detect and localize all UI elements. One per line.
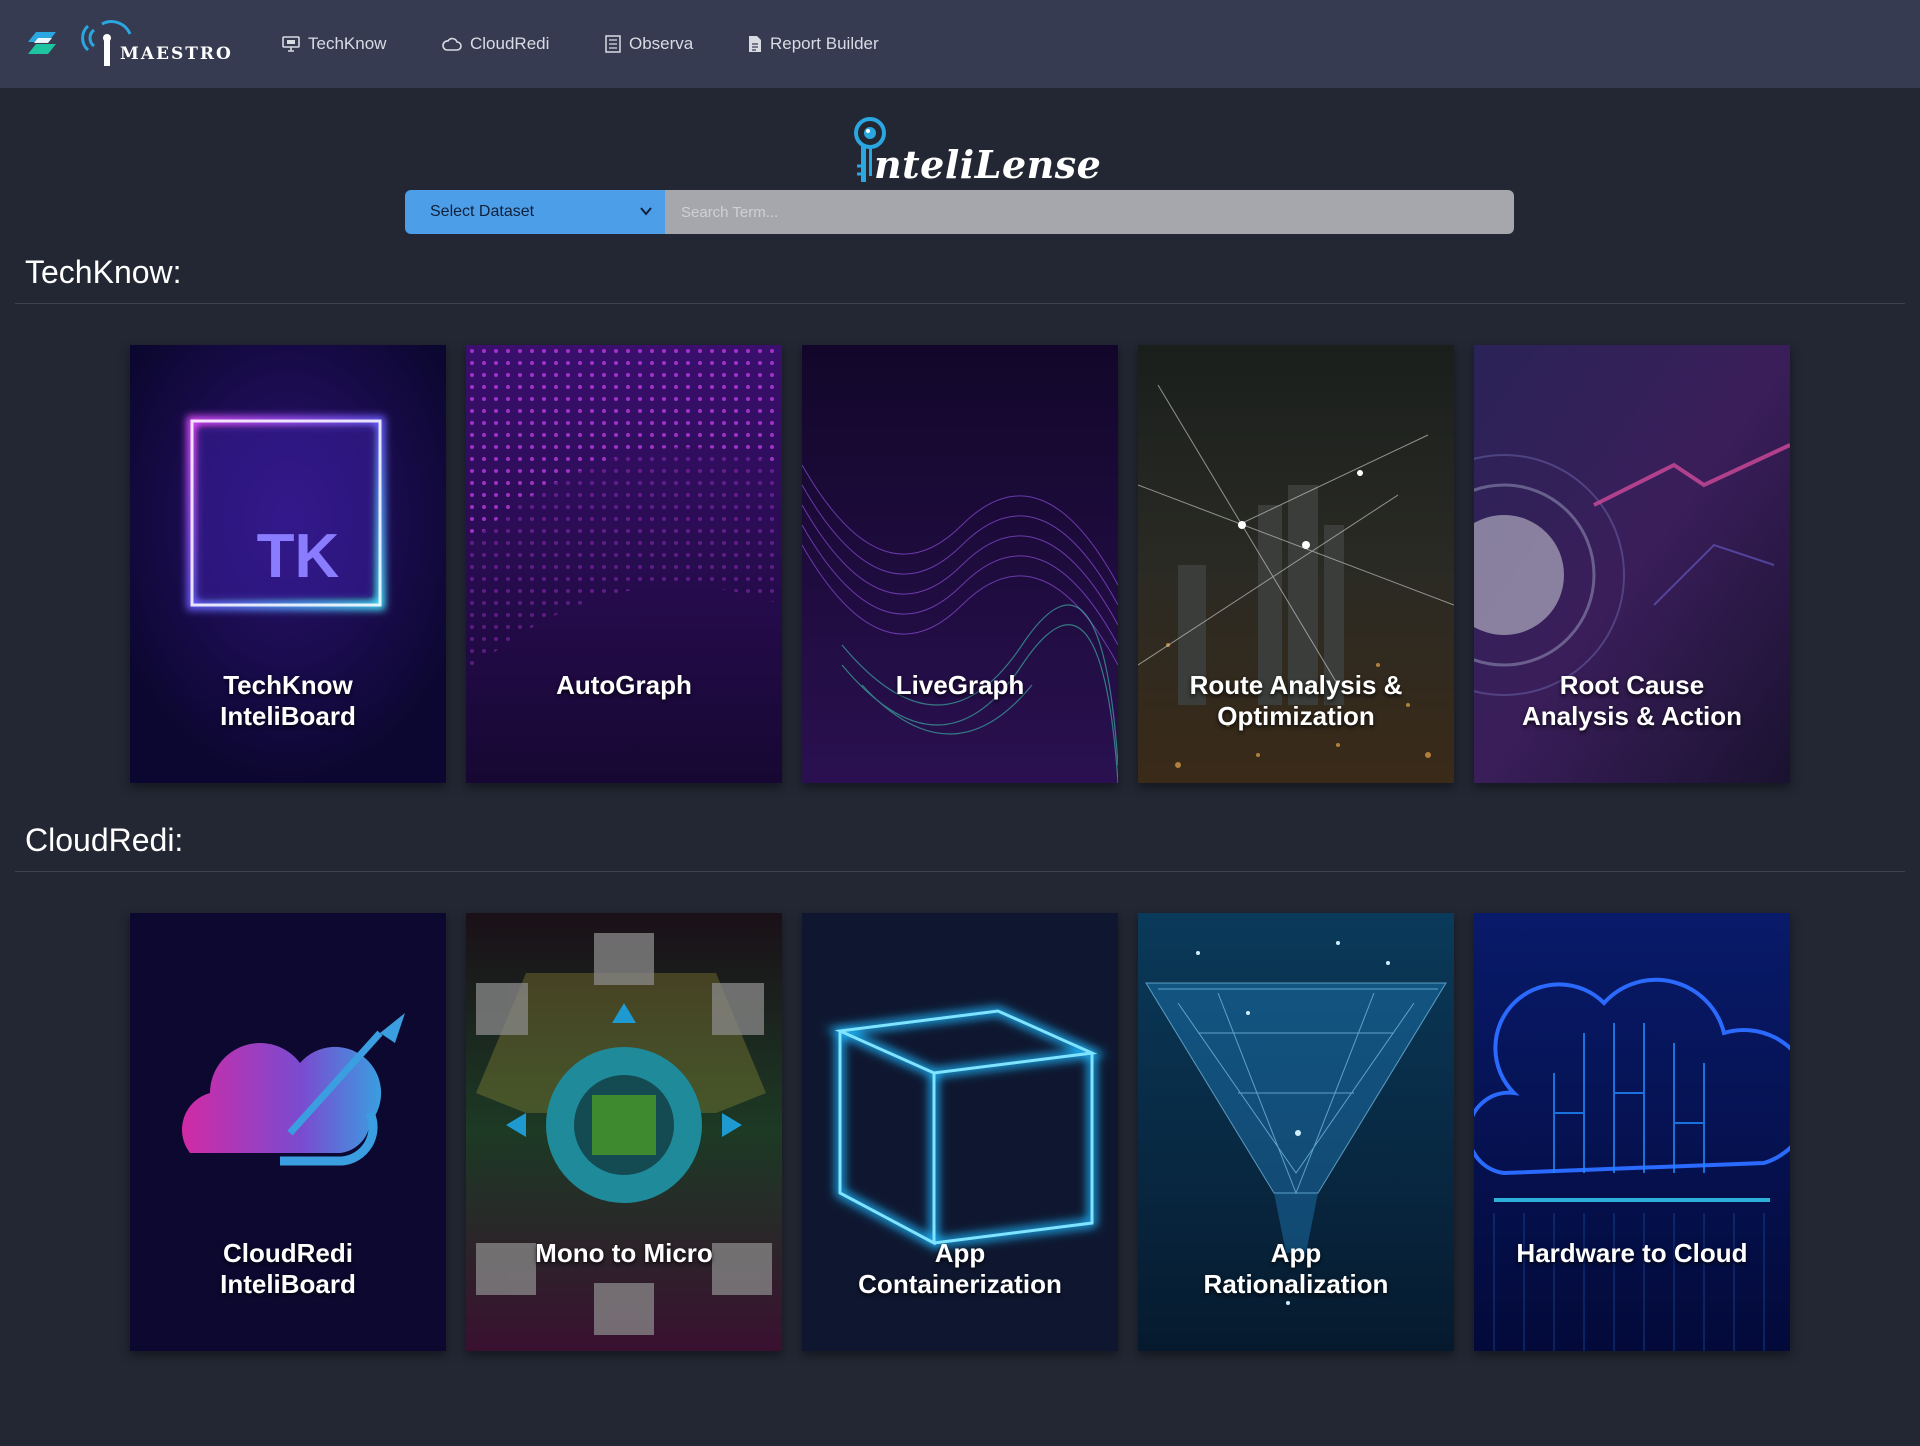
nav-item-label: Report Builder <box>770 34 879 53</box>
card-label: Root Cause Analysis & Action <box>1521 670 1743 731</box>
dataset-select[interactable]: Select Dataset <box>405 190 665 234</box>
maestro-logo[interactable]: MAESTRO <box>80 16 240 72</box>
card-label: App Containerization <box>858 1238 1062 1299</box>
card-mono-to-micro[interactable]: Mono to Micro <box>466 913 782 1351</box>
top-navigation-bar: MAESTRO TechKnow CloudRedi Observa Repor… <box>0 0 1920 88</box>
dotted-wave-image <box>466 345 782 783</box>
back-arrows-icon[interactable] <box>26 30 62 58</box>
card-label: Hardware to Cloud <box>1516 1238 1748 1268</box>
search-input[interactable] <box>665 190 1514 234</box>
card-livegraph[interactable]: LiveGraph <box>802 345 1118 783</box>
card-hardware-to-cloud[interactable]: Hardware to Cloud <box>1474 913 1790 1351</box>
card-cloudredi-inteliboard[interactable]: CloudRedi InteliBoard <box>130 913 446 1351</box>
section-divider <box>15 303 1905 304</box>
card-label: LiveGraph <box>895 670 1025 700</box>
tk-badge-text: TK <box>257 522 340 591</box>
section-title-techknow: TechKnow: <box>25 254 182 290</box>
nav-item-report-builder[interactable]: Report Builder <box>748 32 879 56</box>
nav-item-techknow[interactable]: TechKnow <box>282 32 386 56</box>
report-icon <box>749 36 761 52</box>
monitor-icon <box>282 36 300 52</box>
section-title-cloudredi: CloudRedi: <box>25 822 184 858</box>
intelilense-logo-text: nteliLense <box>874 142 1102 187</box>
card-label: CloudRedi InteliBoard <box>220 1238 356 1299</box>
wave-lines-image <box>802 345 1118 783</box>
gear-cubes-image <box>466 913 782 1351</box>
nav-item-label: Observa <box>629 34 694 53</box>
card-label: AutoGraph <box>556 670 692 700</box>
dataset-select-label: Select Dataset <box>430 203 535 220</box>
card-route-analysis[interactable]: Route Analysis & Optimization <box>1138 345 1454 783</box>
brand-name: MAESTRO <box>120 44 233 64</box>
card-label: Mono to Micro <box>535 1238 713 1268</box>
section-divider <box>15 871 1905 872</box>
card-app-rationalization[interactable]: App Rationalization <box>1138 913 1454 1351</box>
intelilense-logo: nteliLense <box>848 116 1101 187</box>
circuit-cloud-icon <box>1474 913 1790 1351</box>
nav-item-cloudredi[interactable]: CloudRedi <box>442 32 549 56</box>
card-label: App Rationalization <box>1203 1238 1389 1299</box>
card-root-cause[interactable]: Root Cause Analysis & Action <box>1474 345 1790 783</box>
nav-item-label: TechKnow <box>308 34 387 53</box>
list-icon <box>605 35 621 53</box>
card-app-containerization[interactable]: App Containerization <box>802 913 1118 1351</box>
nav-item-label: CloudRedi <box>470 34 550 53</box>
nav-item-observa[interactable]: Observa <box>605 32 693 56</box>
chevron-down-icon <box>640 207 652 216</box>
card-label: Route Analysis & Optimization <box>1189 670 1403 731</box>
cloud-icon <box>442 37 462 51</box>
card-label: TechKnow InteliBoard <box>220 670 356 731</box>
card-autograph[interactable]: AutoGraph <box>466 345 782 783</box>
card-techknow-inteliboard[interactable]: TK TechKnow InteliBoard <box>130 345 446 783</box>
